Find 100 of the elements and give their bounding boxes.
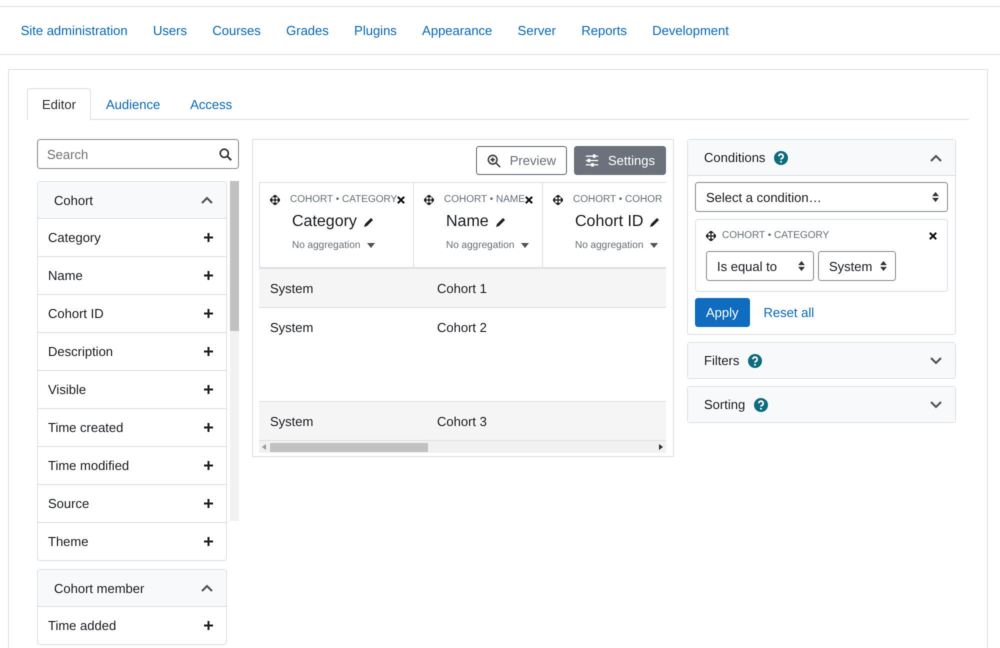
nav-link[interactable]: Plugins bbox=[341, 23, 410, 38]
field-label: Time added bbox=[48, 618, 116, 633]
remove-icon[interactable] bbox=[929, 232, 937, 240]
apply-button[interactable]: Apply bbox=[695, 298, 750, 327]
plus-icon bbox=[204, 347, 213, 356]
section-title: Cohort bbox=[54, 192, 94, 208]
plus-icon bbox=[204, 621, 213, 630]
field-label: Visible bbox=[48, 382, 86, 397]
field-label: Theme bbox=[48, 534, 88, 549]
caret-icon bbox=[521, 243, 530, 248]
conditions-header[interactable]: Conditions bbox=[688, 140, 955, 175]
plus-icon bbox=[204, 499, 213, 508]
move-icon[interactable] bbox=[424, 194, 434, 204]
condition-source: COHORT • CATEGORY bbox=[722, 230, 830, 241]
field-label: Description bbox=[48, 344, 114, 359]
sort-arrows-icon bbox=[932, 192, 939, 202]
caret-icon bbox=[367, 243, 376, 248]
preview-button[interactable]: Preview bbox=[476, 146, 568, 175]
move-icon[interactable] bbox=[553, 194, 563, 204]
plus-icon bbox=[204, 423, 213, 432]
nav-link[interactable]: Site administration bbox=[8, 23, 140, 38]
nav-link[interactable]: Appearance bbox=[409, 23, 505, 38]
field-item[interactable]: Time modified bbox=[38, 447, 226, 485]
table-cell-text: System bbox=[269, 414, 314, 428]
pencil-icon[interactable] bbox=[494, 216, 507, 228]
table-cell-text: Cohort 3 bbox=[436, 414, 488, 428]
caret-icon bbox=[650, 243, 658, 248]
sliders-icon bbox=[585, 154, 600, 167]
section-title: Cohort member bbox=[54, 580, 144, 596]
field-item[interactable]: Time added bbox=[38, 607, 226, 644]
table-cell-text: Cohort 2 bbox=[436, 320, 488, 335]
operator-select[interactable]: Is equal to bbox=[706, 251, 814, 281]
remove-icon[interactable] bbox=[397, 196, 406, 204]
search-icon bbox=[219, 148, 232, 161]
column-source: COHORT • CATEGORY bbox=[290, 194, 398, 205]
column-title: Category bbox=[292, 213, 357, 231]
plus-icon bbox=[204, 233, 213, 242]
help-icon[interactable] bbox=[754, 398, 768, 412]
plus-icon bbox=[204, 537, 213, 546]
field-label: Category bbox=[48, 230, 101, 245]
value-select[interactable]: System bbox=[818, 251, 896, 281]
tab[interactable]: Audience bbox=[90, 88, 176, 120]
table-cell-text: Cohort 1 bbox=[436, 280, 488, 296]
search-field[interactable]: Search bbox=[37, 139, 239, 169]
nav-link[interactable]: Grades bbox=[273, 23, 342, 38]
sort-arrows-icon bbox=[798, 261, 805, 271]
field-item[interactable]: Name bbox=[38, 257, 226, 295]
nav-link[interactable]: Courses bbox=[200, 23, 274, 38]
panel-title: Filters bbox=[704, 353, 740, 368]
horizontal-scrollbar[interactable] bbox=[259, 441, 666, 453]
section-header[interactable]: Cohort member bbox=[38, 570, 226, 607]
field-label: Cohort ID bbox=[48, 306, 104, 321]
aggregation-dropdown[interactable]: No aggregation bbox=[446, 240, 542, 251]
move-icon[interactable] bbox=[270, 194, 280, 204]
nav-link[interactable]: Reports bbox=[568, 23, 640, 38]
help-icon[interactable] bbox=[774, 150, 788, 164]
scroll-right-icon[interactable] bbox=[659, 444, 663, 450]
column-source: COHORT • COHOR bbox=[573, 194, 662, 205]
aggregation-dropdown[interactable]: No aggregation bbox=[292, 240, 413, 251]
move-icon[interactable] bbox=[706, 230, 716, 240]
panel-header[interactable]: Sorting bbox=[688, 387, 955, 422]
field-label: Name bbox=[48, 268, 83, 283]
aggregation-dropdown[interactable]: No aggregation bbox=[575, 240, 666, 251]
column-source: COHORT • NAME bbox=[444, 194, 525, 205]
nav-link[interactable]: Development bbox=[640, 23, 742, 38]
field-label: Time created bbox=[48, 420, 124, 435]
field-label: Source bbox=[48, 496, 90, 511]
table-cell-text: System bbox=[269, 280, 314, 296]
scrollbar-thumb[interactable] bbox=[230, 181, 239, 331]
section-header[interactable]: Cohort bbox=[38, 182, 226, 219]
sort-arrows-icon bbox=[880, 261, 888, 271]
settings-button[interactable]: Settings bbox=[574, 146, 666, 175]
tab[interactable]: Editor bbox=[27, 88, 91, 120]
panel-title: Conditions bbox=[704, 150, 766, 165]
field-item[interactable]: Visible bbox=[38, 371, 226, 409]
field-item[interactable]: Category bbox=[38, 219, 226, 257]
pencil-icon[interactable] bbox=[362, 216, 375, 228]
pencil-icon[interactable] bbox=[649, 216, 662, 228]
nav-link[interactable]: Users bbox=[140, 23, 200, 38]
table-cell-text: System bbox=[269, 320, 314, 335]
field-item[interactable]: Time created bbox=[38, 409, 226, 447]
plus-icon bbox=[204, 461, 213, 470]
help-icon[interactable] bbox=[748, 354, 762, 368]
field-label: Time modified bbox=[48, 458, 130, 473]
field-item[interactable]: Cohort ID bbox=[38, 295, 226, 333]
plus-icon bbox=[204, 385, 213, 394]
nav-link[interactable]: Server bbox=[504, 23, 569, 38]
zoom-icon bbox=[486, 154, 501, 168]
remove-icon[interactable] bbox=[524, 196, 533, 204]
plus-icon bbox=[204, 271, 213, 280]
panel-title: Sorting bbox=[704, 397, 746, 412]
column-title: Name bbox=[446, 213, 489, 231]
condition-select[interactable]: Select a condition… bbox=[695, 182, 948, 212]
panel-header[interactable]: Filters bbox=[688, 343, 955, 378]
reset-link[interactable]: Reset all bbox=[764, 305, 814, 320]
tab[interactable]: Access bbox=[175, 88, 248, 120]
field-item[interactable]: Source bbox=[38, 485, 226, 523]
field-item[interactable]: Description bbox=[38, 333, 226, 371]
column-title: Cohort ID bbox=[575, 213, 644, 231]
field-item[interactable]: Theme bbox=[38, 523, 226, 560]
